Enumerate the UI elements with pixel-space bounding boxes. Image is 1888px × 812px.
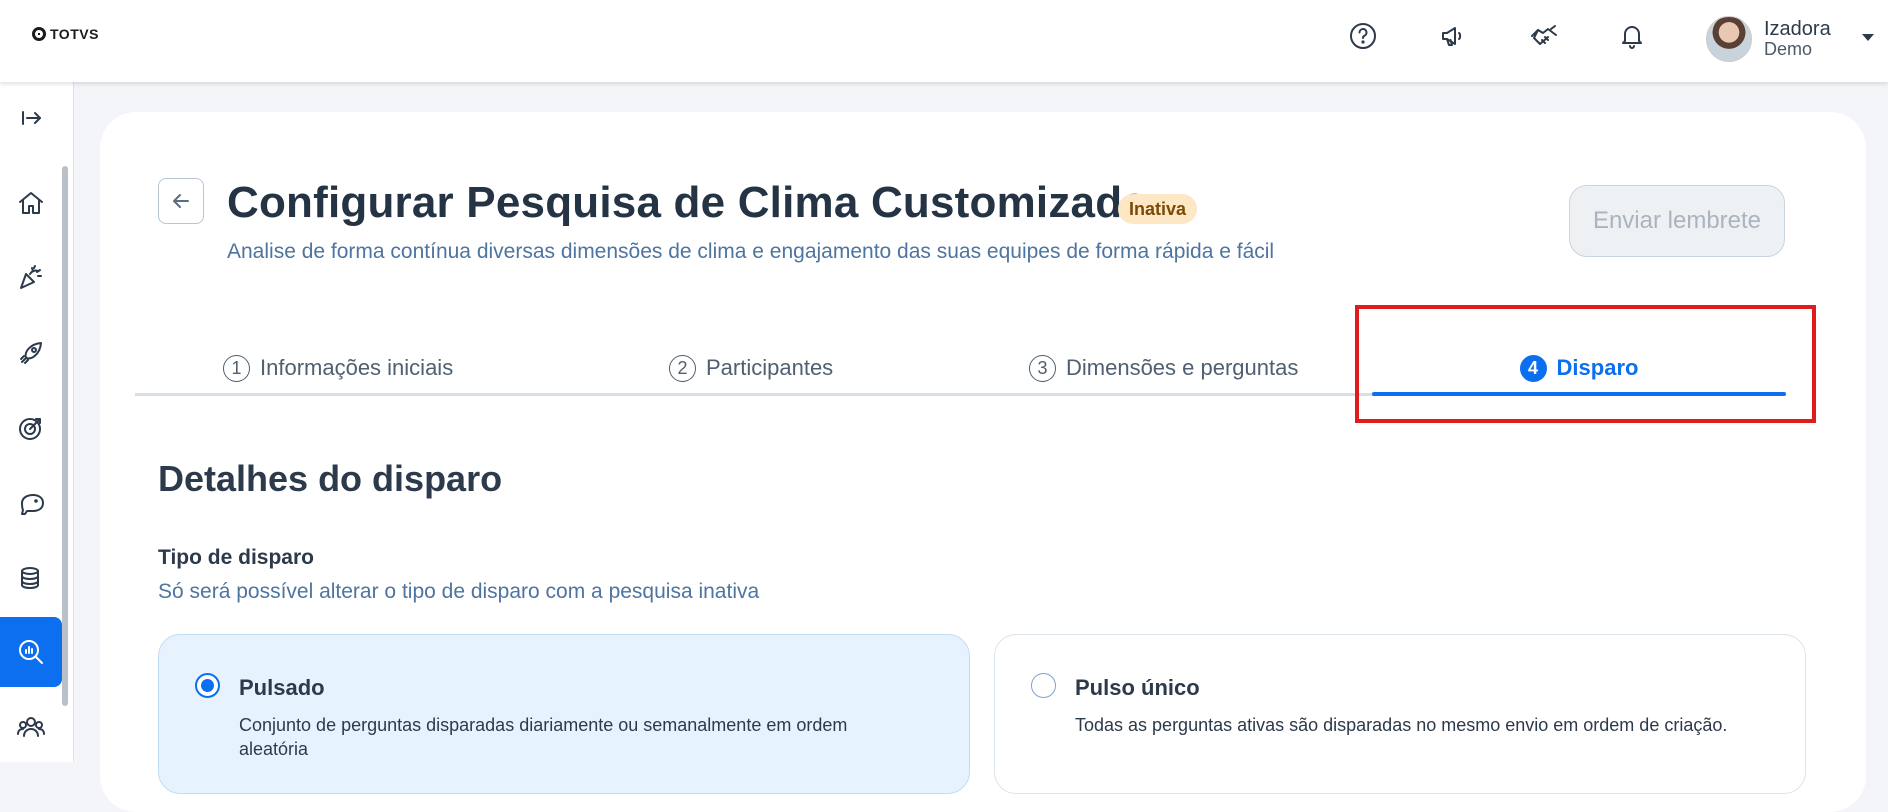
tab-step-1[interactable]: 1 Informações iniciais <box>223 340 453 396</box>
tab-step-3[interactable]: 3 Dimensões e perguntas <box>1029 340 1298 396</box>
field-label: Tipo de disparo <box>158 546 314 569</box>
arrow-left-icon <box>173 194 189 208</box>
megaphone-icon[interactable] <box>1437 20 1469 52</box>
step-number: 3 <box>1029 354 1056 382</box>
caret-down-icon[interactable] <box>1862 34 1874 41</box>
option-description: Conjunto de perguntas disparadas diariam… <box>239 715 848 759</box>
bell-icon[interactable] <box>1616 20 1648 52</box>
sidebar <box>0 82 74 762</box>
user-role: Demo <box>1764 39 1813 59</box>
option-pulsado[interactable]: Pulsado Conjunto de perguntas disparadas… <box>158 634 970 794</box>
section-title: Detalhes do disparo <box>158 458 503 499</box>
radio-button[interactable] <box>1031 673 1056 698</box>
status-badge: Inativa <box>1118 194 1198 224</box>
option-description: Todas as perguntas ativas são disparadas… <box>1075 715 1728 735</box>
expand-sidebar-icon[interactable] <box>0 83 62 153</box>
people-icon[interactable] <box>0 692 62 762</box>
step-label: Informações iniciais <box>260 355 454 380</box>
option-title: Pulso único <box>1075 675 1200 700</box>
celebration-icon[interactable] <box>0 242 62 312</box>
top-bar: TOTVS Izadora Demo <box>0 0 1888 82</box>
target-icon[interactable] <box>0 393 62 463</box>
option-pulso-unico[interactable]: Pulso único Todas as perguntas ativas sã… <box>994 634 1806 794</box>
page-subtitle: Analise de forma contínua diversas dimen… <box>227 240 1275 263</box>
logo-text: TOTVS <box>50 26 99 42</box>
step-label: Participantes <box>706 355 834 380</box>
field-hint: Só será possível alterar o tipo de dispa… <box>158 580 760 603</box>
radio-button[interactable] <box>195 673 220 698</box>
help-icon[interactable] <box>1347 20 1379 52</box>
send-reminder-button[interactable]: Enviar lembrete <box>1569 185 1785 257</box>
tab-step-2[interactable]: 2 Participantes <box>669 340 833 396</box>
back-button[interactable] <box>158 178 204 224</box>
step-number: 1 <box>223 354 250 382</box>
step-number: 2 <box>669 354 696 382</box>
piggy-bank-icon[interactable] <box>0 468 62 538</box>
handshake-icon[interactable] <box>1528 20 1560 52</box>
totvs-logo[interactable]: TOTVS <box>32 26 99 42</box>
highlight-annotation <box>1355 305 1816 423</box>
user-menu[interactable]: Izadora Demo <box>1706 16 1874 62</box>
option-title: Pulsado <box>239 675 325 700</box>
step-label: Dimensões e perguntas <box>1066 355 1299 380</box>
coins-icon[interactable] <box>0 543 62 613</box>
survey-search-icon[interactable] <box>0 617 62 687</box>
home-icon[interactable] <box>0 168 62 238</box>
avatar <box>1706 16 1752 62</box>
user-name: Izadora <box>1764 18 1831 40</box>
page-title: Configurar Pesquisa de Clima Customizada <box>227 178 1147 227</box>
rocket-icon[interactable] <box>0 318 62 388</box>
totvs-logo-mark <box>32 27 46 41</box>
sidebar-scrollbar[interactable] <box>62 166 68 706</box>
